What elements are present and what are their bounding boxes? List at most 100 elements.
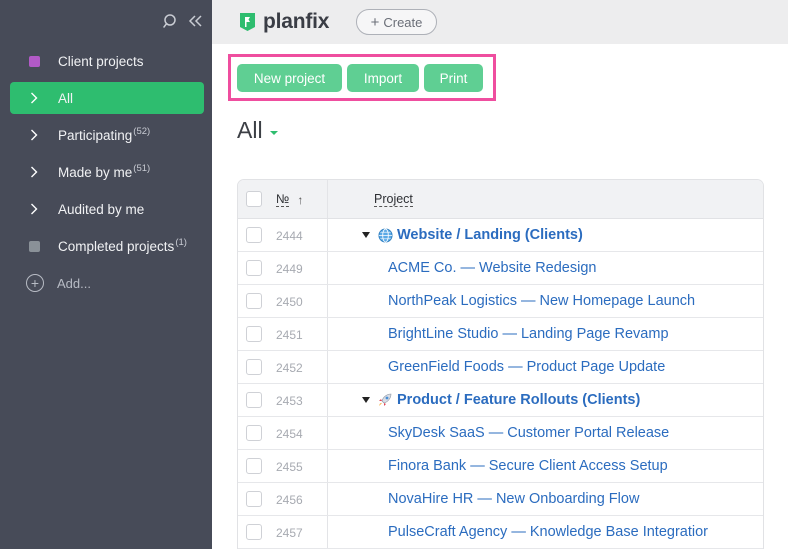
project-group[interactable]: Website / Landing (Clients) (362, 227, 583, 243)
column-divider (327, 384, 328, 416)
row-checkbox[interactable] (246, 326, 262, 342)
column-divider (327, 516, 328, 548)
column-divider (327, 417, 328, 449)
caret-down-icon (269, 130, 278, 135)
project-link[interactable]: NorthPeak Logistics — New Homepage Launc… (388, 293, 695, 309)
sidebar: Client projects All Participating (52) Made … (0, 0, 212, 549)
sidebar-item-lead (10, 55, 58, 67)
project-link[interactable]: GreenField Foods — Product Page Update (388, 359, 665, 375)
logo-wordmark: planfix (263, 10, 330, 33)
color-square-icon (28, 240, 40, 252)
row-checkbox[interactable] (246, 524, 262, 540)
column-divider (327, 285, 328, 317)
expand-triangle-icon[interactable] (362, 397, 370, 403)
column-divider (327, 180, 328, 218)
expand-triangle-icon[interactable] (362, 232, 370, 238)
search-icon[interactable] (162, 12, 180, 30)
table-row: 2456 NovaHire HR — New Onboarding Flow (238, 483, 763, 516)
project-number: 2456 (276, 493, 303, 507)
create-label: Create (383, 14, 423, 30)
sidebar-header (0, 0, 212, 44)
sidebar-item-count: (51) (133, 162, 151, 174)
column-project-header[interactable]: Project (374, 193, 413, 207)
filter-selector[interactable]: All (237, 117, 278, 144)
sidebar-item-lead (10, 202, 58, 216)
sidebar-item-count: (1) (175, 236, 187, 248)
project-number: 2449 (276, 262, 303, 276)
column-divider (327, 219, 328, 251)
add-filter-button[interactable]: + Add... (26, 274, 91, 292)
project-number: 2454 (276, 427, 303, 441)
project-link[interactable]: NovaHire HR — New Onboarding Flow (388, 491, 639, 507)
row-checkbox[interactable] (246, 425, 262, 441)
plus-icon: + (370, 13, 380, 31)
sidebar-item-label: Completed projects (58, 238, 175, 254)
chevron-right-icon[interactable] (27, 165, 41, 179)
sidebar-item-label: Audited by me (58, 201, 145, 217)
table-row: 2457 PulseCraft Agency — Knowledge Base I… (238, 516, 763, 549)
row-checkbox[interactable] (246, 359, 262, 375)
row-checkbox[interactable] (246, 293, 262, 309)
project-number: 2450 (276, 295, 303, 309)
row-checkbox[interactable] (246, 392, 262, 408)
sidebar-item-audited-by-me[interactable]: Audited by me (10, 193, 204, 225)
sidebar-item-lead (10, 165, 58, 179)
sidebar-item-label: All (58, 90, 74, 106)
chevron-right-icon[interactable] (27, 202, 41, 216)
add-filter-label: Add... (57, 275, 91, 291)
table-row: 2451 BrightLine Studio — Landing Page Rev… (238, 318, 763, 351)
project-link[interactable]: PulseCraft Agency — Knowledge Base Integ… (388, 524, 708, 540)
table-row: 2452 GreenField Foods — Product Page Upda… (238, 351, 763, 384)
sidebar-item-lead (10, 128, 58, 142)
sidebar-item-label: Participating (58, 127, 133, 143)
chevron-right-icon[interactable] (27, 91, 41, 105)
table-row: 2450 NorthPeak Logistics — New Homepage L… (238, 285, 763, 318)
project-group-title: Product / Feature Rollouts (Clients) (397, 392, 641, 408)
sidebar-item-participating[interactable]: Participating (52) (10, 119, 204, 151)
project-number: 2457 (276, 526, 303, 540)
project-group[interactable]: Product / Feature Rollouts (Clients) (362, 392, 640, 408)
planfix-logo[interactable]: planfix (238, 10, 329, 34)
chevron-right-icon[interactable] (27, 128, 41, 142)
sidebar-item-client-projects[interactable]: Client projects (10, 45, 204, 77)
sidebar-item-count: (52) (133, 125, 151, 137)
print-button[interactable]: Print (424, 64, 483, 92)
sidebar-item-completed-projects[interactable]: Completed projects (1) (10, 230, 204, 262)
table-row: 2449 ACME Co. — Website Redesign (238, 252, 763, 285)
project-group-title: Website / Landing (Clients) (397, 227, 583, 243)
import-button[interactable]: Import (347, 64, 419, 92)
create-button[interactable]: + Create (356, 9, 437, 35)
project-link[interactable]: Finora Bank — Secure Client Access Setup (388, 458, 668, 474)
project-number: 2455 (276, 460, 303, 474)
row-checkbox[interactable] (246, 227, 262, 243)
column-number-header[interactable]: № ↑ (276, 193, 303, 207)
sidebar-item-all[interactable]: All (10, 82, 204, 114)
plus-circle-icon: + (26, 274, 44, 292)
table-group-row: 2453 Product / Feature Rollouts (Clients) (238, 384, 763, 417)
select-all-checkbox[interactable] (246, 191, 262, 207)
row-checkbox[interactable] (246, 260, 262, 276)
project-link[interactable]: ACME Co. — Website Redesign (388, 260, 596, 276)
project-link[interactable]: BrightLine Studio — Landing Page Revamp (388, 326, 669, 342)
column-divider (327, 483, 328, 515)
column-number-label: № (276, 192, 290, 207)
table-row: 2455 Finora Bank — Secure Client Access S… (238, 450, 763, 483)
planfix-logo-icon (240, 13, 255, 31)
row-checkbox[interactable] (246, 491, 262, 507)
sidebar-item-lead (10, 240, 58, 252)
page-title: All (237, 117, 263, 143)
row-checkbox[interactable] (246, 458, 262, 474)
table-header: № ↑ Project (238, 180, 763, 219)
project-number: 2451 (276, 328, 303, 342)
projects-table: № ↑ Project 2444 Website / Landing (Clien… (237, 179, 764, 549)
column-divider (327, 252, 328, 284)
globe-icon (377, 227, 393, 243)
sidebar-item-made-by-me[interactable]: Made by me (51) (10, 156, 204, 188)
collapse-sidebar-icon[interactable] (187, 12, 205, 30)
table-group-row: 2444 Website / Landing (Clients) (238, 219, 763, 252)
sidebar-item-lead (10, 91, 58, 105)
column-divider (327, 450, 328, 482)
project-link[interactable]: SkyDesk SaaS — Customer Portal Release (388, 425, 669, 441)
new-project-button[interactable]: New project (237, 64, 342, 92)
column-divider (327, 351, 328, 383)
